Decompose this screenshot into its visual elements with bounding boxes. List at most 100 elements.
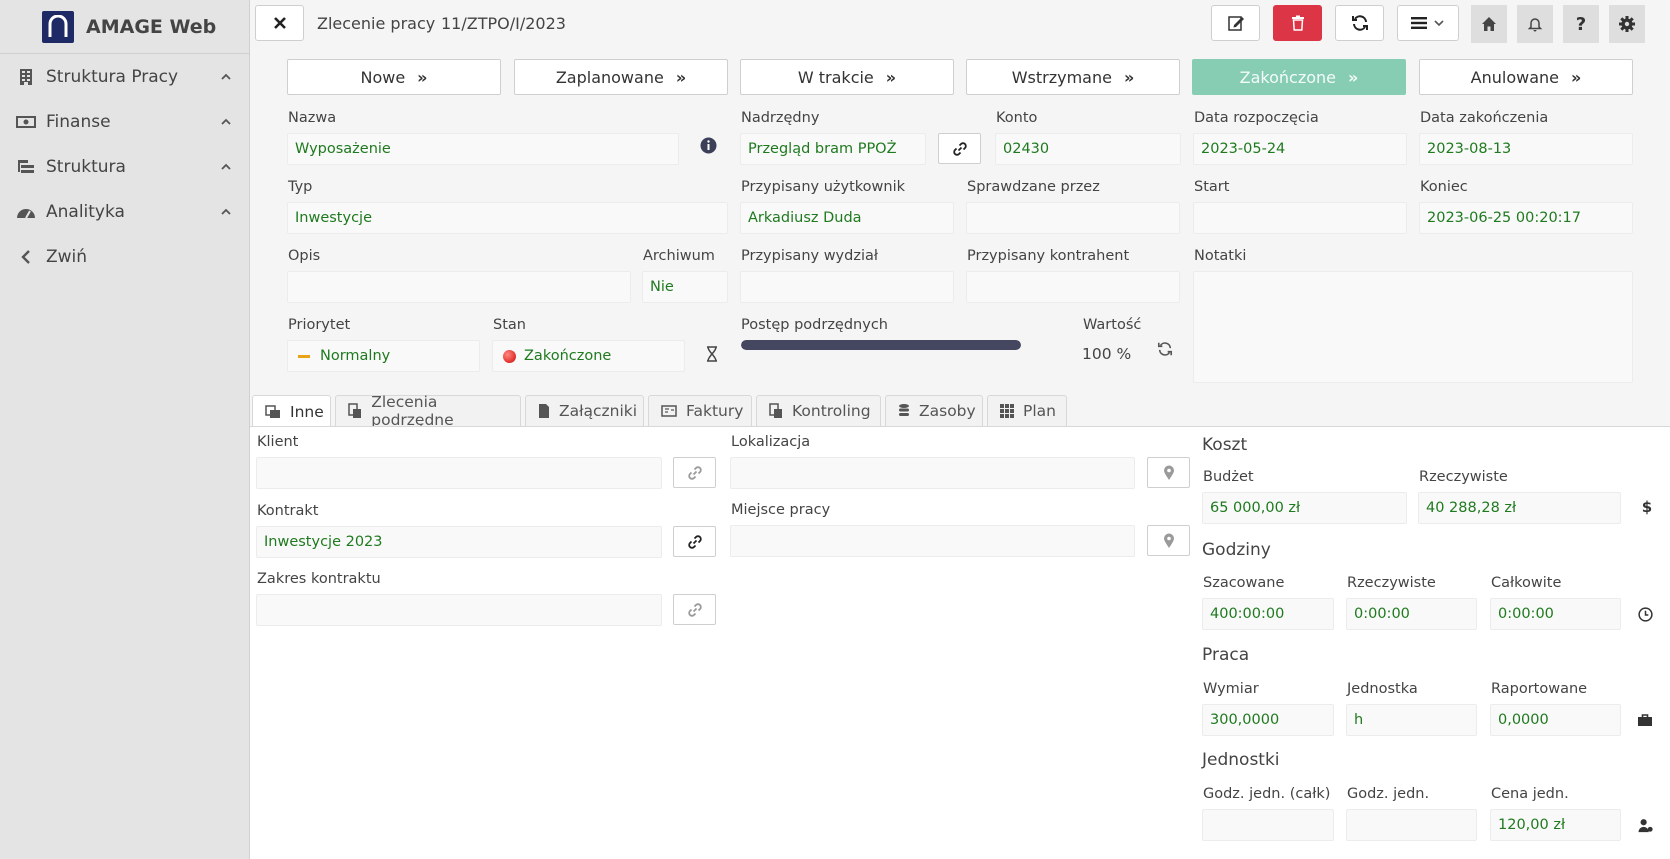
refresh-icon — [1351, 15, 1368, 31]
double-chevron-right-icon: » — [1348, 67, 1359, 87]
chevron-up-icon — [221, 73, 231, 80]
zakres-kontraktu-link-button[interactable] — [673, 594, 716, 625]
wymiar-field[interactable]: 300,0000 — [1202, 704, 1334, 736]
kontrakt-link-button[interactable] — [673, 526, 716, 557]
sidebar-item-analityka[interactable]: Analityka — [0, 189, 249, 234]
koszt-rzeczywiste-field[interactable]: 40 288,28 zł — [1418, 492, 1621, 524]
link-icon — [687, 534, 702, 549]
sidebar-item-label: Finanse — [46, 111, 111, 132]
hourglass-icon[interactable] — [703, 345, 721, 363]
controlling-icon — [769, 403, 783, 419]
budzet-field[interactable]: 65 000,00 zł — [1202, 492, 1407, 524]
map-marker-icon — [1163, 533, 1174, 548]
zakres-kontraktu-field[interactable] — [256, 594, 662, 626]
koniec-field[interactable]: 2023-06-25 00:20:17 — [1419, 202, 1633, 234]
godziny-rzeczywiste-field[interactable]: 0:00:00 — [1346, 598, 1477, 630]
calkowite-field[interactable]: 0:00:00 — [1490, 598, 1621, 630]
close-button[interactable] — [255, 5, 304, 41]
help-button[interactable]: ? — [1563, 5, 1599, 43]
info-icon[interactable] — [699, 136, 717, 154]
tab-label: Zlecenia podrzędne — [371, 393, 454, 429]
godziny-section-title: Godziny — [1202, 540, 1271, 560]
przypisany-wydzial-label: Przypisany wydział — [741, 248, 878, 264]
home-button[interactable] — [1471, 5, 1507, 43]
tab-faktury[interactable]: Faktury — [648, 395, 752, 426]
nadrzedny-field[interactable]: Przegląd bram PPOŻ — [740, 133, 926, 165]
status-button-zaplanowane[interactable]: Zaplanowane » — [514, 59, 728, 95]
notifications-button[interactable] — [1517, 5, 1553, 43]
miejsce-pracy-field[interactable] — [730, 525, 1135, 557]
klient-link-button[interactable] — [673, 457, 716, 488]
data-rozpoczecia-field[interactable]: 2023-05-24 — [1193, 133, 1407, 165]
cena-jedn-field[interactable]: 120,00 zł — [1490, 809, 1621, 841]
sprawdzane-przez-field[interactable] — [966, 202, 1180, 234]
szacowane-label: Szacowane — [1203, 575, 1285, 591]
priorytet-value: Normalny — [320, 348, 391, 364]
klient-label: Klient — [257, 434, 299, 450]
godz-jedn-field[interactable] — [1346, 809, 1477, 841]
wartosc-label: Wartość — [1083, 317, 1142, 333]
status-button-wstrzymane[interactable]: Wstrzymane » — [966, 59, 1180, 95]
tab-kontroling[interactable]: Kontroling — [756, 395, 881, 426]
tab-zasoby[interactable]: Zasoby — [885, 395, 983, 426]
edit-button[interactable] — [1211, 5, 1260, 41]
przypisany-uzytkownik-field[interactable]: Arkadiusz Duda — [740, 202, 954, 234]
lokalizacja-field[interactable] — [730, 457, 1135, 489]
opis-field[interactable] — [287, 271, 631, 303]
gauge-icon — [16, 202, 36, 222]
miejsce-pracy-map-button[interactable] — [1147, 525, 1190, 556]
priority-dash-icon — [298, 354, 310, 358]
godz-jedn-calk-field[interactable] — [1202, 809, 1334, 841]
settings-button[interactable] — [1609, 5, 1645, 43]
jednostki-section-title: Jednostki — [1202, 750, 1280, 770]
priorytet-field[interactable]: Normalny — [287, 340, 480, 372]
przypisany-uzytkownik-label: Przypisany użytkownik — [741, 179, 905, 195]
status-label: Wstrzymane — [1011, 67, 1112, 87]
double-chevron-right-icon: » — [417, 67, 428, 87]
refresh-progress-icon[interactable] — [1156, 340, 1174, 358]
double-chevron-right-icon: » — [1571, 67, 1582, 87]
stan-field[interactable]: Zakończone — [492, 340, 685, 372]
szacowane-field[interactable]: 400:00:00 — [1202, 598, 1334, 630]
menu-dropdown-button[interactable] — [1397, 5, 1459, 41]
tab-zlecenia-podrzedne[interactable]: Zlecenia podrzędne — [335, 393, 521, 429]
koszt-section-title: Koszt — [1202, 435, 1248, 455]
konto-field[interactable]: 02430 — [995, 133, 1181, 165]
sidebar-item-zwin[interactable]: Zwiń — [0, 234, 249, 279]
przypisany-kontrahent-field[interactable] — [966, 271, 1180, 303]
nazwa-field[interactable]: Wyposażenie — [287, 133, 679, 165]
przypisany-wydzial-field[interactable] — [740, 271, 954, 303]
klient-field[interactable] — [256, 457, 662, 489]
sidebar-item-struktura[interactable]: Struktura — [0, 144, 249, 189]
nazwa-label: Nazwa — [288, 110, 337, 126]
kontrakt-field[interactable]: Inwestycje 2023 — [256, 526, 662, 558]
tab-label: Zasoby — [919, 402, 976, 420]
raportowane-field[interactable]: 0,0000 — [1490, 704, 1621, 736]
start-field[interactable] — [1193, 202, 1407, 234]
typ-field[interactable]: Inwestycje — [287, 202, 728, 234]
status-button-w-trakcie[interactable]: W trakcie » — [740, 59, 954, 95]
archiwum-field[interactable]: Nie — [642, 271, 728, 303]
status-button-zakonczone[interactable]: Zakończone » — [1192, 59, 1406, 95]
archiwum-label: Archiwum — [643, 248, 715, 264]
sidebar-item-finanse[interactable]: Finanse — [0, 99, 249, 144]
tab-inne[interactable]: Inne — [252, 395, 331, 427]
delete-button[interactable] — [1273, 5, 1322, 41]
lokalizacja-map-button[interactable] — [1147, 457, 1190, 488]
sidebar-item-label: Struktura — [46, 156, 126, 177]
brand[interactable]: AMAGE Web — [0, 0, 249, 54]
notatki-field[interactable] — [1193, 271, 1633, 383]
sidebar-item-struktura-pracy[interactable]: Struktura Pracy — [0, 54, 249, 99]
tab-zalaczniki[interactable]: Załączniki — [525, 395, 644, 426]
raportowane-label: Raportowane — [1491, 681, 1588, 697]
status-button-nowe[interactable]: Nowe » — [287, 59, 501, 95]
link-icon — [952, 141, 967, 156]
status-button-anulowane[interactable]: Anulowane » — [1419, 59, 1633, 95]
refresh-button[interactable] — [1335, 5, 1384, 41]
data-zakonczenia-field[interactable]: 2023-08-13 — [1419, 133, 1633, 165]
chevron-left-icon — [16, 247, 36, 267]
wymiar-label: Wymiar — [1203, 681, 1259, 697]
nadrzedny-link-button[interactable] — [938, 133, 981, 164]
jednostka-field[interactable]: h — [1346, 704, 1477, 736]
tab-plan[interactable]: Plan — [987, 395, 1067, 426]
